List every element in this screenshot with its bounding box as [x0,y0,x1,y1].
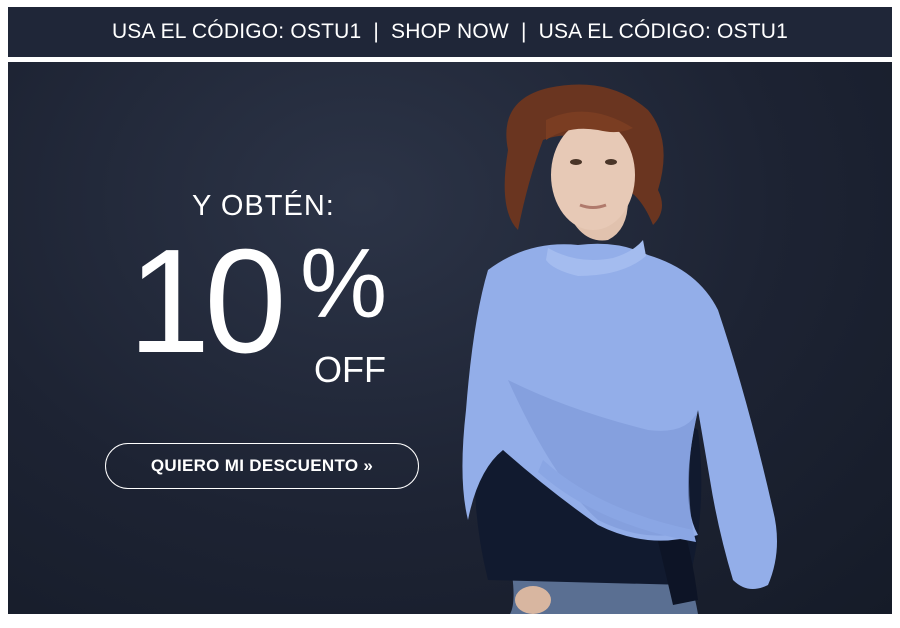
promo-separator-right: | [520,20,527,43]
face [551,120,635,230]
shop-now-link[interactable]: SHOP NOW [391,20,509,44]
promo-bar: USA EL CÓDIGO: OSTU1 | SHOP NOW | USA EL… [8,7,892,57]
discount-percent: % [300,228,388,338]
get-discount-button[interactable]: QUIERO MI DESCUENTO » [105,443,419,489]
left-hand [515,586,551,614]
left-eye [570,159,582,165]
promo-code-left: USA EL CÓDIGO: OSTU1 [111,20,362,43]
promo-code-right: USA EL CÓDIGO: OSTU1 [538,20,789,43]
hero-banner[interactable]: Y OBTÉN: 10 % OFF QUIERO MI DESCUENTO » [8,62,892,614]
promo-separator-left: | [373,20,380,43]
discount-number: 10 [128,219,287,384]
model-photo [462,84,777,614]
right-eye [605,159,617,165]
discount-off: OFF [314,349,386,390]
